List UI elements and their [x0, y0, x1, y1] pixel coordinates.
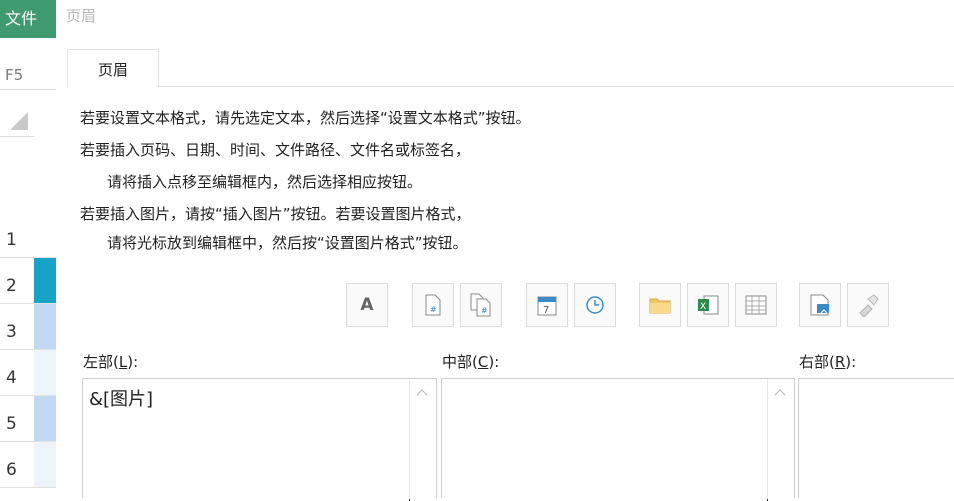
format-picture-button[interactable] — [847, 283, 889, 327]
instruction-line-4: 若要插入图片，请按“插入图片”按钮。若要设置图片格式， — [80, 205, 471, 223]
format-text-button[interactable]: A — [346, 283, 388, 327]
sheet-cell[interactable] — [34, 212, 56, 258]
right-section-editor[interactable] — [798, 378, 954, 498]
sheet-cell[interactable] — [34, 442, 56, 488]
left-section-label: 左部(L): — [83, 353, 139, 371]
insert-file-name-button[interactable]: X — [687, 283, 729, 327]
row-header[interactable]: 2 — [0, 258, 34, 304]
header-dialog: 页眉 页眉 若要设置文本格式，请先选定文本，然后选择“设置文本格式”按钮。 若要… — [56, 0, 954, 501]
svg-text:#: # — [430, 305, 437, 314]
sheet-cell[interactable] — [34, 304, 56, 350]
time-icon — [586, 296, 604, 314]
instruction-line-3: 请将插入点移至编辑框内，然后选择相应按钮。 — [107, 173, 423, 191]
insert-time-button[interactable] — [574, 283, 616, 327]
row-header[interactable]: 3 — [0, 304, 34, 350]
insert-picture-icon — [810, 294, 829, 316]
scroll-up-arrow-icon[interactable] — [774, 389, 786, 401]
instruction-line-2: 若要插入页码、日期、时间、文件路径、文件名或标签名， — [80, 141, 471, 159]
svg-text:X: X — [700, 302, 706, 312]
right-section-label: 右部(R): — [799, 353, 857, 371]
row-header[interactable]: 1 — [0, 212, 34, 258]
row-header[interactable]: 6 — [0, 442, 34, 488]
center-section-label: 中部(C): — [442, 353, 500, 371]
file-path-icon — [649, 298, 671, 314]
cell-reference-box[interactable]: F5 — [0, 60, 56, 90]
file-menu-tab[interactable]: 文件 — [0, 0, 56, 38]
format-text-icon: A — [360, 295, 374, 315]
row-header[interactable]: 4 — [0, 350, 34, 396]
svg-text:#: # — [481, 306, 488, 315]
dialog-title: 页眉 — [66, 7, 97, 25]
left-editor-scrollbar[interactable] — [409, 379, 436, 499]
select-all-triangle-icon — [10, 112, 28, 130]
sheet-cell[interactable] — [34, 258, 56, 304]
insert-date-button[interactable]: 7 — [526, 283, 568, 327]
insert-picture-button[interactable] — [799, 283, 841, 327]
sheet-cell[interactable] — [34, 350, 56, 396]
page-count-icon: # — [470, 293, 491, 317]
center-editor-scrollbar[interactable] — [767, 379, 794, 499]
insert-page-number-button[interactable]: # — [412, 283, 454, 327]
insert-page-count-button[interactable]: # — [460, 283, 502, 327]
sheet-cell[interactable] — [34, 396, 56, 442]
page-number-icon: # — [425, 294, 441, 316]
left-section-content: &[图片] — [89, 389, 154, 410]
tab-header[interactable]: 页眉 — [67, 49, 159, 87]
instruction-line-5: 请将光标放到编辑框中，然后按“设置图片格式”按钮。 — [107, 234, 468, 252]
row-header[interactable]: 5 — [0, 396, 34, 442]
svg-text:7: 7 — [543, 305, 549, 316]
center-section-editor[interactable] — [441, 378, 795, 501]
scroll-up-arrow-icon[interactable] — [416, 389, 428, 401]
file-name-icon: X — [698, 295, 719, 315]
tab-divider — [157, 86, 954, 87]
left-section-editor[interactable]: &[图片] — [82, 378, 437, 501]
format-picture-icon — [859, 294, 879, 317]
date-icon: 7 — [537, 296, 557, 316]
insert-sheet-name-button[interactable] — [735, 283, 777, 327]
sheet-name-icon — [745, 295, 767, 315]
instruction-line-1: 若要设置文本格式，请先选定文本，然后选择“设置文本格式”按钮。 — [80, 109, 531, 127]
insert-file-path-button[interactable] — [639, 283, 681, 327]
